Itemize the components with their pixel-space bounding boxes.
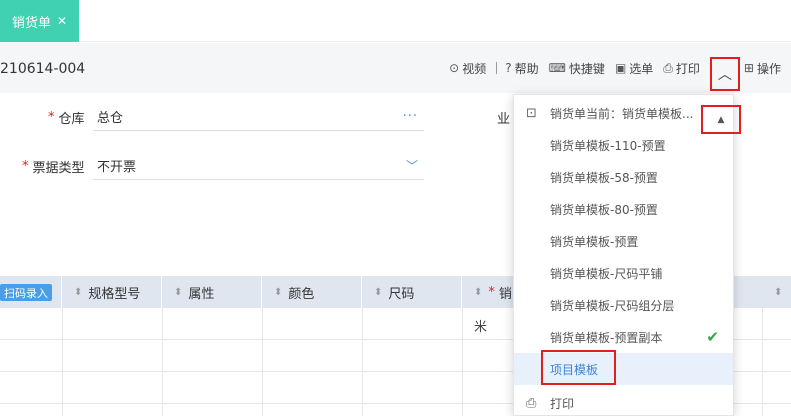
annotation-highlight-box — [541, 350, 616, 385]
menu-item-template-preset-copy[interactable]: 销货单模板-预置副本 ✔ — [514, 321, 733, 353]
scan-entry-button[interactable]: 扫码录入 — [0, 284, 52, 301]
col-color-label: 颜色 — [288, 286, 315, 302]
sort-icon[interactable]: ⬍ — [474, 287, 482, 298]
required-mark: * — [22, 159, 29, 174]
col-sales[interactable]: ⬍ * 销 — [462, 276, 517, 308]
menu-item-label: 销货单模板-80-预置 — [550, 202, 658, 217]
close-icon[interactable]: ✕ — [57, 14, 67, 28]
menu-item-label: 销货单模板-尺码平铺 — [550, 266, 663, 281]
menu-item-template-110[interactable]: 销货单模板-110-预置 — [514, 129, 733, 161]
menu-item-print[interactable]: ⎙ 打印 — [514, 387, 733, 416]
question-circle-icon: ? — [505, 61, 512, 75]
menu-item-label: 打印 — [550, 396, 575, 411]
toolbar: 210614-004 ⊙ 视频 ? 帮助 ⌨ 快捷键 ▣ 选单 ⎙ 打印 ︿ ⊞… — [0, 43, 791, 93]
col-attr-label: 属性 — [188, 286, 215, 302]
business-label: 业 — [497, 112, 511, 127]
col-size[interactable]: ⬍ 尺码 — [362, 276, 462, 308]
printer-icon: ⎙ — [663, 60, 673, 75]
tab-bar: 销货单 ✕ — [0, 0, 791, 42]
checkmark-icon: ✔ — [706, 328, 719, 346]
col-size-label: 尺码 — [388, 286, 415, 302]
col-extra[interactable]: ⬍ — [762, 276, 791, 308]
caret-up-icon: ▲ — [717, 114, 725, 125]
help-button[interactable]: ? 帮助 — [505, 60, 538, 77]
required-mark: * — [488, 284, 495, 300]
col-attr[interactable]: ⬍ 属性 — [162, 276, 262, 308]
warehouse-value: 总仓 — [97, 111, 124, 126]
col-spec[interactable]: ⬍ 规格型号 — [62, 276, 162, 308]
grid-divider — [262, 308, 263, 416]
tab-sales-order[interactable]: 销货单 ✕ — [0, 0, 79, 42]
operate-label: 操作 — [756, 61, 781, 76]
bill-type-select[interactable]: 不开票 ﹀ — [93, 152, 424, 180]
menu-item-template-size-tile[interactable]: 销货单模板-尺码平铺 — [514, 257, 733, 289]
menu-item-template-80[interactable]: 销货单模板-80-预置 — [514, 193, 733, 225]
video-button[interactable]: ⊙ 视频 — [449, 60, 486, 77]
bill-type-value: 不开票 — [97, 160, 137, 175]
grid-divider — [162, 308, 163, 416]
print-dropdown-toggle[interactable]: ︿ — [709, 57, 740, 91]
play-circle-icon: ⊙ — [449, 61, 460, 75]
keyboard-icon: ⌨ — [548, 61, 566, 75]
grid-divider — [762, 308, 763, 416]
grid-divider — [62, 308, 63, 416]
menu-item-label: 销货单模板-预置副本 — [550, 330, 663, 345]
grid-divider — [362, 308, 363, 416]
current-template-label: 销货单当前：销货单模板... — [550, 106, 694, 121]
more-icon[interactable]: ··· — [403, 109, 418, 124]
document-number: 210614-004 — [0, 61, 86, 77]
printer-icon: ⎙ — [526, 395, 537, 411]
grid-header-scan-cell: 扫码录入 — [0, 276, 62, 308]
menu-item-current-template[interactable]: ⊡ 销货单当前：销货单模板... ▲ — [514, 97, 741, 134]
document-select-icon: ▣ — [614, 61, 627, 75]
sort-icon[interactable]: ⬍ — [774, 287, 782, 298]
select-doc-button[interactable]: ▣ 选单 — [615, 60, 653, 77]
menu-item-label: 销货单模板-58-预置 — [550, 170, 658, 185]
page: 销货单 ✕ 210614-004 ⊙ 视频 ? 帮助 ⌨ 快捷键 ▣ 选单 ⎙ … — [0, 0, 791, 416]
menu-item-template-size-group[interactable]: 销货单模板-尺码组分层 — [514, 289, 733, 321]
sort-icon[interactable]: ⬍ — [74, 287, 82, 298]
grid-divider — [462, 308, 463, 416]
shortcut-button[interactable]: ⌨ 快捷键 — [549, 60, 605, 77]
divider — [496, 62, 498, 74]
tab-label: 销货单 — [12, 15, 52, 31]
bill-type-label-row: * 票据类型 — [22, 157, 85, 176]
chevron-up-icon: ︿ — [717, 67, 732, 83]
chevron-down-icon: ﹀ — [405, 159, 418, 173]
select-doc-label: 选单 — [629, 61, 654, 76]
col-spec-label: 规格型号 — [88, 286, 141, 302]
required-mark: * — [48, 110, 55, 125]
warehouse-label-row: * 仓库 — [48, 108, 85, 127]
unit-cell: 米 — [474, 320, 488, 335]
print-button[interactable]: ⎙ 打印 — [663, 60, 700, 77]
warehouse-field[interactable]: 总仓 ··· — [93, 103, 424, 131]
warehouse-label: 仓库 — [58, 112, 85, 127]
menu-item-template-58[interactable]: 销货单模板-58-预置 — [514, 161, 733, 193]
business-label-row: 业 — [497, 108, 510, 127]
sort-icon[interactable]: ⬍ — [274, 287, 282, 298]
toolbar-actions: ⊙ 视频 ? 帮助 ⌨ 快捷键 ▣ 选单 ⎙ 打印 ︿ ⊞ 操作 — [449, 43, 791, 93]
col-color[interactable]: ⬍ 颜色 — [262, 276, 362, 308]
sort-icon[interactable]: ⬍ — [374, 287, 382, 298]
menu-item-label: 销货单模板-尺码组分层 — [550, 298, 675, 313]
menu-item-label: 销货单模板-预置 — [550, 234, 639, 249]
menu-item-label: 销货单模板-110-预置 — [550, 138, 666, 153]
help-label: 帮助 — [514, 61, 539, 76]
sort-icon[interactable]: ⬍ — [174, 287, 182, 298]
template-icon: ⊡ — [526, 105, 537, 121]
operate-button[interactable]: ⊞ 操作 — [744, 60, 781, 77]
print-label: 打印 — [675, 61, 700, 76]
grid-apps-icon: ⊞ — [743, 61, 754, 75]
shortcut-label: 快捷键 — [568, 61, 605, 76]
bill-type-label: 票据类型 — [32, 161, 85, 176]
col-sales-label: 销 — [498, 286, 512, 302]
video-label: 视频 — [462, 61, 487, 76]
menu-item-template-preset[interactable]: 销货单模板-预置 — [514, 225, 733, 257]
